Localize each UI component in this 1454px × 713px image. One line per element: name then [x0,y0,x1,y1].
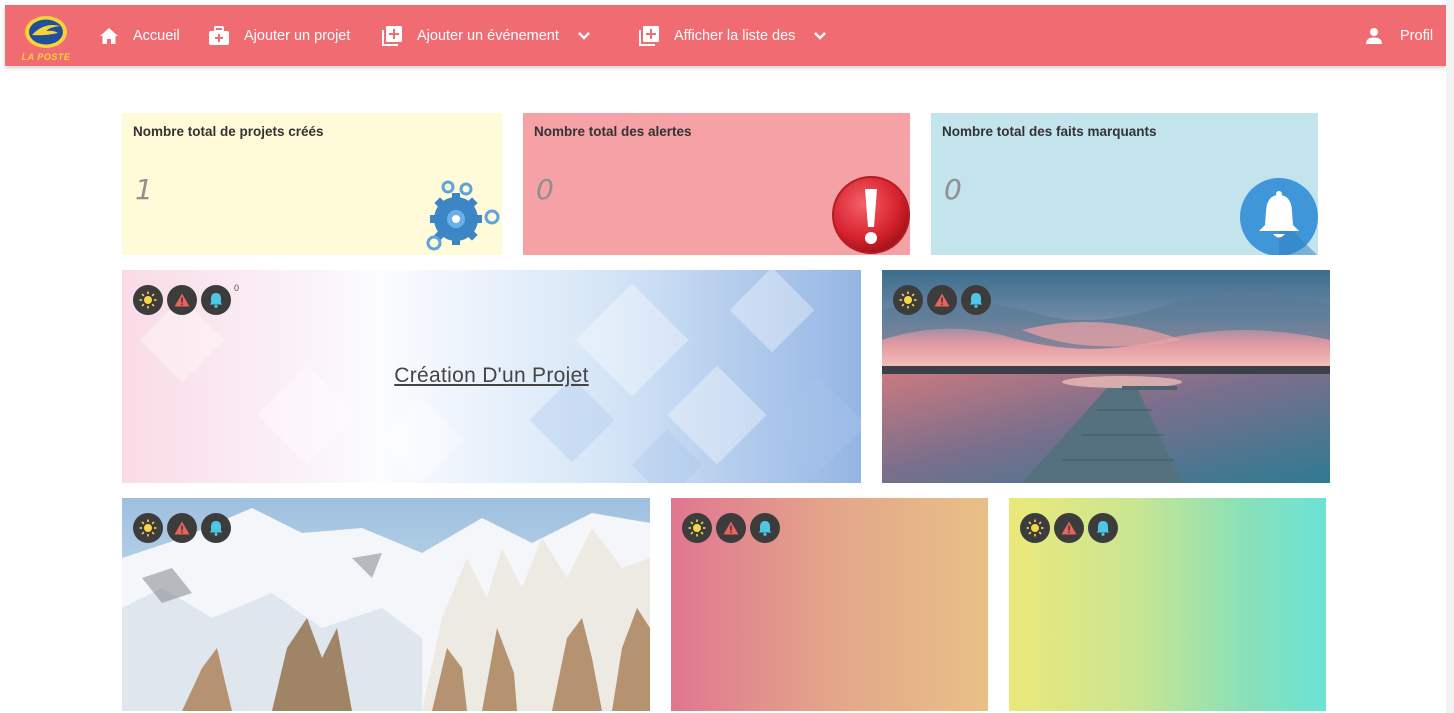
tile-badges [1020,513,1122,543]
warning-badge[interactable] [167,285,197,315]
nav-home[interactable]: Accueil [99,5,180,66]
sun-icon [688,519,706,537]
warning-icon [723,521,739,535]
bell-badge[interactable] [750,513,780,543]
exclamation-icon [832,176,910,254]
project-tile-create[interactable]: 0 Création D'un Projet [122,270,861,483]
sun-badge[interactable] [682,513,712,543]
stat-projects-title: Nombre total de projets créés [133,124,324,139]
nav-profile[interactable]: Profil [1365,5,1433,66]
project-tile-gradient-fresh[interactable] [1009,498,1326,711]
tile-badges [133,513,235,543]
sun-icon [139,291,157,309]
sun-badge[interactable] [133,285,163,315]
add-box-icon [639,25,659,46]
nav-add-project[interactable]: Ajouter un projet [208,5,350,66]
project-tile-lake[interactable] [882,270,1330,483]
tile-badges [893,285,995,315]
warning-icon [934,293,950,307]
nav-add-project-label: Ajouter un projet [244,27,351,44]
sun-badge[interactable] [133,513,163,543]
chevron-down-icon [814,31,827,40]
sun-badge[interactable] [1020,513,1050,543]
tile-badges [682,513,784,543]
sun-badge[interactable] [893,285,923,315]
nav-profile-label: Profil [1400,27,1434,44]
nav-add-event-label: Ajouter un événement [417,27,559,44]
chevron-down-icon [578,31,590,40]
bell-badge[interactable] [201,513,231,543]
home-icon [100,27,118,44]
create-project-link[interactable]: Création D'un Projet [122,364,861,388]
stat-facts-title: Nombre total des faits marquants [942,124,1157,139]
gears-icon [426,180,500,251]
bell-icon [209,521,223,536]
bell-icon [1240,178,1318,255]
warning-icon [1061,521,1077,535]
warning-badge[interactable] [927,285,957,315]
project-tile-gradient-warm[interactable] [671,498,988,711]
la-poste-logo[interactable]: LA POSTE [16,10,76,64]
nav-home-label: Accueil [133,27,180,44]
nav-show-list-label: Afficher la liste des [674,27,796,44]
warning-icon [174,521,190,535]
stat-card-alerts: Nombre total des alertes 0 [523,113,910,255]
bell-icon [1096,521,1110,536]
logo-text: LA POSTE [21,52,71,62]
project-tile-mountains[interactable] [122,498,650,711]
sun-icon [899,291,917,309]
warning-badge[interactable] [167,513,197,543]
top-navbar: LA POSTE Accueil Ajouter un projet Ajout… [5,5,1446,66]
tile-counter: 0 [234,283,240,293]
stat-alerts-value: 0 [536,173,554,206]
bell-icon [209,293,223,308]
bell-badge[interactable] [961,285,991,315]
bell-badge[interactable] [201,285,231,315]
warning-badge[interactable] [1054,513,1084,543]
stat-facts-value: 0 [944,173,962,206]
bell-icon [969,293,983,308]
scrollbar-track[interactable] [1446,0,1454,713]
sun-icon [139,519,157,537]
stat-card-facts: Nombre total des faits marquants 0 [931,113,1318,255]
add-box-icon [382,25,402,46]
bell-badge[interactable] [1088,513,1118,543]
stat-card-projects: Nombre total de projets créés 1 [122,113,502,255]
la-poste-bird-icon [25,16,67,48]
nav-show-list[interactable]: Afficher la liste des [638,5,827,66]
briefcase-add-icon [209,25,229,45]
stat-projects-value: 1 [135,173,153,206]
person-icon [1366,27,1382,44]
sun-icon [1026,519,1044,537]
warning-badge[interactable] [716,513,746,543]
warning-icon [174,293,190,307]
bell-icon [758,521,772,536]
nav-add-event[interactable]: Ajouter un événement [381,5,591,66]
stat-alerts-title: Nombre total des alertes [534,124,692,139]
tile-badges: 0 [133,283,240,315]
